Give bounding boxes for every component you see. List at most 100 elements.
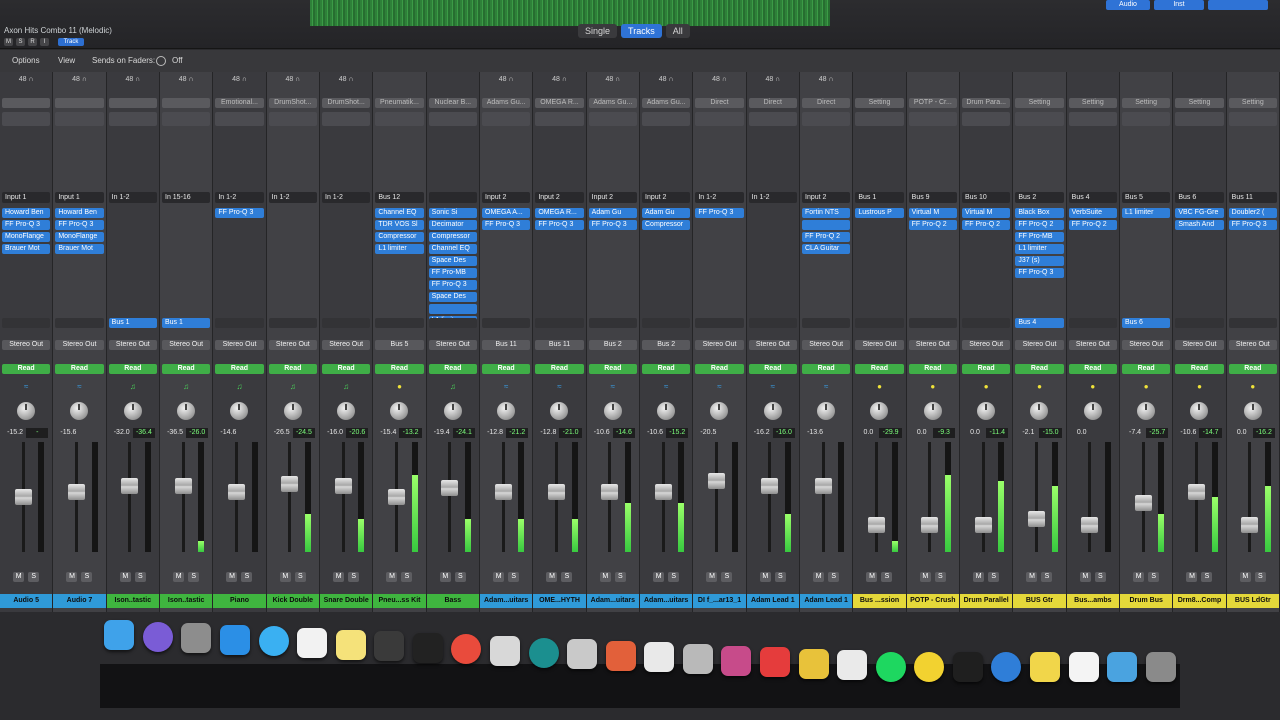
eq-thumbnail[interactable] xyxy=(268,112,317,126)
volume-fader[interactable] xyxy=(174,478,192,494)
plugin-slot[interactable]: VBC FG-Gre xyxy=(1175,208,1224,218)
mute-button[interactable]: M xyxy=(1079,572,1091,582)
automation-mode[interactable]: Read xyxy=(1068,364,1117,374)
input-slot[interactable]: Bus 5 xyxy=(1122,192,1171,203)
output-slot[interactable]: Bus 5 xyxy=(375,340,424,350)
mute-button[interactable]: M xyxy=(546,572,558,582)
plugin-slot[interactable]: FF Pro-Q 3 xyxy=(482,220,531,230)
input-monitor-button[interactable]: I xyxy=(40,38,49,46)
output-slot[interactable]: Bus 2 xyxy=(588,340,637,350)
solo-button[interactable]: S xyxy=(454,572,466,582)
plugin-slot[interactable]: OMEGA A... xyxy=(482,208,531,218)
pan-knob[interactable] xyxy=(710,402,729,420)
automation-mode[interactable]: Read xyxy=(428,364,477,374)
volume-fader[interactable] xyxy=(548,483,566,500)
volume-fader[interactable] xyxy=(281,475,299,492)
output-slot[interactable]: Stereo Out xyxy=(1068,340,1117,350)
output-slot[interactable]: Bus 11 xyxy=(482,340,531,350)
send-slot[interactable] xyxy=(748,318,797,328)
eq-thumbnail[interactable] xyxy=(108,112,157,126)
automation-mode[interactable]: Read xyxy=(482,364,531,374)
volume-fader[interactable] xyxy=(121,478,139,494)
eq-thumbnail[interactable] xyxy=(428,112,477,126)
volume-fader[interactable] xyxy=(14,489,32,505)
output-slot[interactable]: Stereo Out xyxy=(322,340,371,350)
send-slot[interactable] xyxy=(1175,318,1224,328)
pan-knob[interactable] xyxy=(817,402,836,420)
stickies-icon[interactable] xyxy=(644,642,675,673)
send-slot[interactable] xyxy=(1228,318,1277,328)
output-slot[interactable]: Stereo Out xyxy=(1228,340,1277,350)
plugin-slot[interactable]: FF Pro-Q 2 xyxy=(962,220,1011,230)
channel-strip-setting[interactable]: Pneumatik... xyxy=(375,98,424,108)
channel-strip-setting[interactable]: POTP - Cr... xyxy=(908,98,957,108)
plugin-slot[interactable]: Compressor xyxy=(642,220,691,230)
send-slot[interactable] xyxy=(215,318,264,328)
eq-thumbnail[interactable] xyxy=(322,112,371,126)
send-slot[interactable] xyxy=(428,318,477,328)
input-slot[interactable]: Input 2 xyxy=(588,192,637,203)
send-slot[interactable] xyxy=(375,318,424,328)
channel-strip-setting[interactable]: Emotional... xyxy=(215,98,264,108)
track-name[interactable]: Drum Bus xyxy=(1120,594,1173,608)
send-slot[interactable] xyxy=(642,318,691,328)
plugin-slot[interactable]: Fortin NTS xyxy=(802,208,851,218)
automation-mode[interactable]: Read xyxy=(1175,364,1224,374)
track-name[interactable]: Adam Lead 1 xyxy=(746,594,799,608)
output-slot[interactable]: Stereo Out xyxy=(108,340,157,350)
send-slot[interactable]: Bus 1 xyxy=(162,318,211,328)
solo-button[interactable]: S xyxy=(188,572,200,582)
mute-button[interactable]: M xyxy=(279,572,291,582)
gain-readout[interactable]: 48 ∩ xyxy=(2,76,50,83)
audio-filter-button[interactable]: Audio xyxy=(1106,0,1150,10)
solo-button[interactable]: S xyxy=(134,572,146,582)
send-slot[interactable]: Bus 6 xyxy=(1122,318,1171,328)
track-name[interactable]: Audio 5 xyxy=(0,594,53,608)
output-slot[interactable]: Bus 11 xyxy=(535,340,584,350)
input-slot[interactable]: In 1-2 xyxy=(322,192,371,203)
mute-button[interactable]: M xyxy=(119,572,131,582)
pan-knob[interactable] xyxy=(1243,402,1262,420)
launchpad-icon[interactable] xyxy=(181,623,212,654)
plugin-slot[interactable] xyxy=(802,220,851,230)
channel-strip-setting[interactable] xyxy=(2,98,51,108)
track-button[interactable]: Track xyxy=(58,38,84,46)
input-slot[interactable]: In 1-2 xyxy=(695,192,744,203)
teal-app-icon[interactable] xyxy=(528,637,559,668)
track-name[interactable]: Snare Double xyxy=(320,594,373,608)
plugin-slot[interactable]: FF Pro-Q 3 xyxy=(428,280,477,290)
volume-fader[interactable] xyxy=(974,516,992,533)
gain-readout[interactable]: 48 ∩ xyxy=(642,76,690,83)
volume-fader[interactable] xyxy=(761,478,779,494)
volume-fader[interactable] xyxy=(654,483,672,500)
plugin-slot[interactable]: Brauer Mot xyxy=(55,244,104,254)
input-slot[interactable]: Bus 6 xyxy=(1175,192,1224,203)
send-slot[interactable]: Bus 4 xyxy=(1015,318,1064,328)
plugin-slot[interactable]: FF Pro-MB xyxy=(428,268,477,278)
volume-fader[interactable] xyxy=(1241,516,1259,533)
mute-button[interactable]: M xyxy=(66,572,78,582)
channel-strip-setting[interactable]: Adams Gu... xyxy=(588,98,637,108)
track-name[interactable]: Ison..tastic xyxy=(106,594,159,608)
eq-thumbnail[interactable] xyxy=(962,112,1011,126)
pan-knob[interactable] xyxy=(337,402,356,420)
view-single-button[interactable]: Single xyxy=(578,24,618,38)
track-name[interactable]: Adam...uitars xyxy=(640,594,693,608)
solo-button[interactable]: S xyxy=(28,572,40,582)
mute-button[interactable]: M xyxy=(1239,572,1251,582)
solo-button[interactable]: S xyxy=(1094,572,1106,582)
eq-thumbnail[interactable] xyxy=(162,112,211,126)
plugin-slot[interactable]: J37 (s) xyxy=(1015,256,1064,266)
folder-icon[interactable] xyxy=(1107,652,1138,682)
track-name[interactable]: Adam...uitars xyxy=(586,594,639,608)
solo-button[interactable]: S xyxy=(828,572,840,582)
sends-on-faders-value[interactable]: Off xyxy=(172,56,183,65)
view-tracks-button[interactable]: Tracks xyxy=(621,24,662,38)
eq-thumbnail[interactable] xyxy=(1228,112,1277,126)
automation-mode[interactable]: Read xyxy=(695,364,744,374)
gain-readout[interactable]: 48 ∩ xyxy=(162,76,210,83)
gain-readout[interactable]: 48 ∩ xyxy=(695,76,743,83)
send-slot[interactable] xyxy=(855,318,904,328)
send-slot[interactable] xyxy=(55,318,104,328)
solo-button[interactable]: S xyxy=(294,572,306,582)
